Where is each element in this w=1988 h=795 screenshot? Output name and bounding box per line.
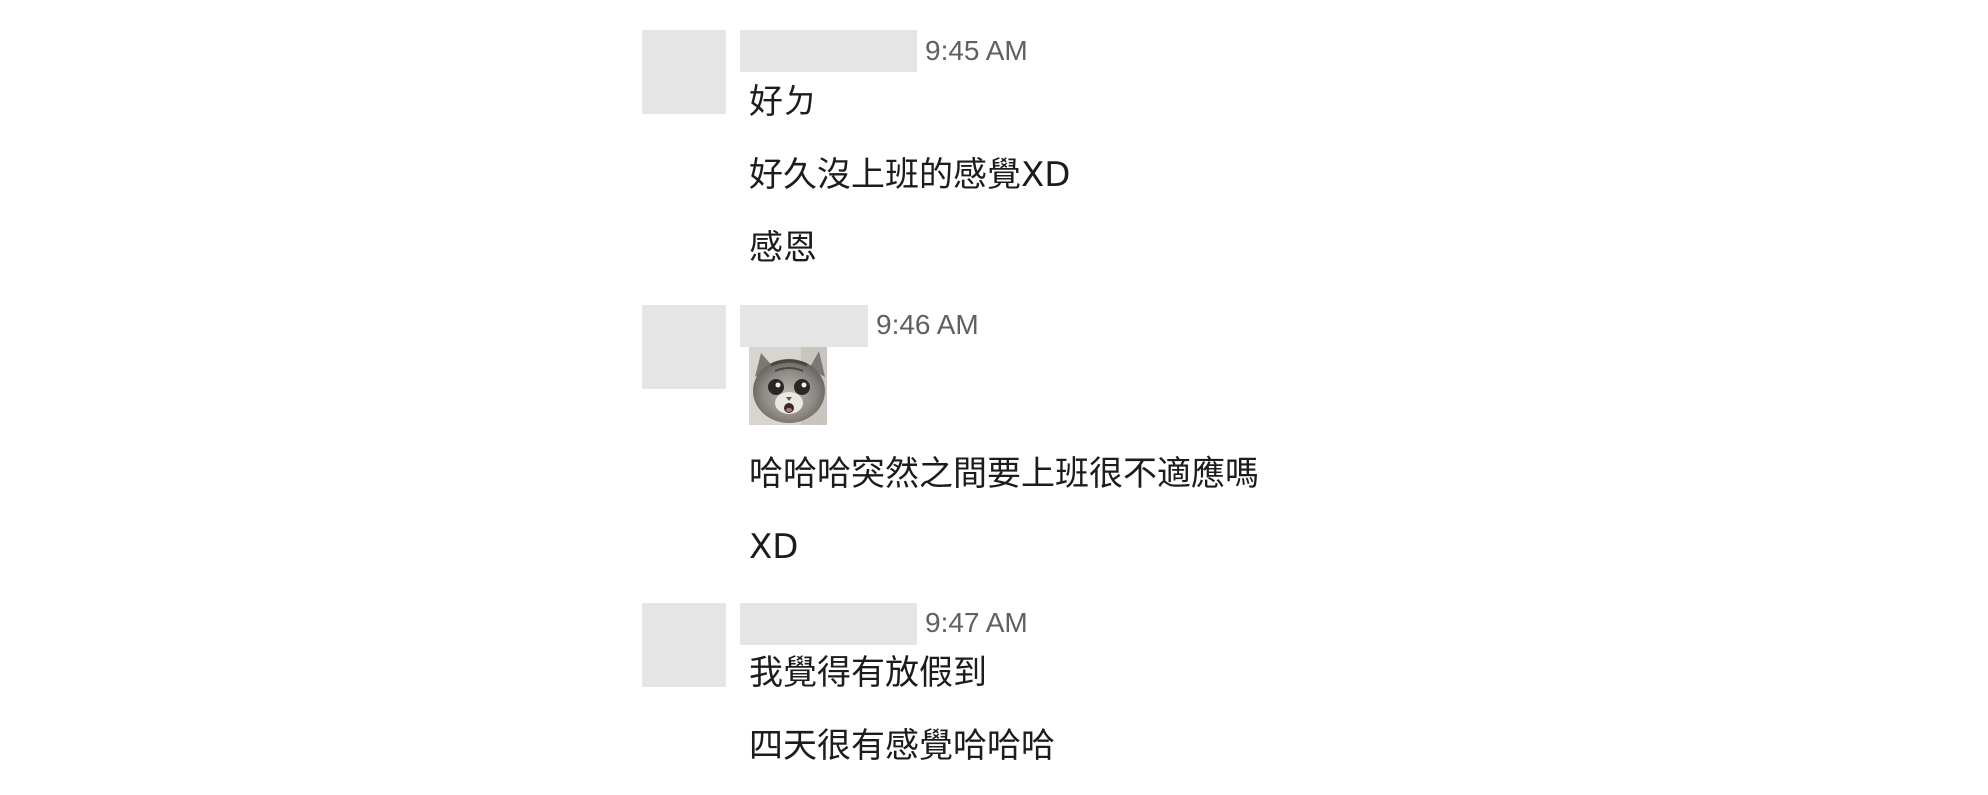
message-timestamp[interactable]: 9:47 AM: [925, 602, 1028, 644]
message-text: 我覺得有放假到: [749, 653, 987, 693]
surprised-cat-sticker[interactable]: [749, 347, 827, 425]
message-text: 好ㄉ: [749, 82, 817, 122]
message-text: 感恩: [749, 228, 817, 268]
sender-name-redacted[interactable]: [740, 305, 868, 347]
message-timestamp[interactable]: 9:46 AM: [876, 304, 979, 346]
message-text: 哈哈哈突然之間要上班很不適應嗎: [749, 454, 1259, 494]
sender-name-redacted[interactable]: [740, 30, 917, 72]
message-timestamp[interactable]: 9:45 AM: [925, 30, 1028, 72]
avatar[interactable]: [642, 603, 726, 687]
message-text: 好久沒上班的感覺XD: [749, 155, 1071, 195]
sender-name-redacted[interactable]: [740, 603, 917, 645]
avatar[interactable]: [642, 30, 726, 114]
message-text: XD: [749, 527, 799, 567]
message-text: 四天很有感覺哈哈哈: [749, 726, 1055, 766]
avatar[interactable]: [642, 305, 726, 389]
cat-face-icon: [749, 347, 827, 425]
